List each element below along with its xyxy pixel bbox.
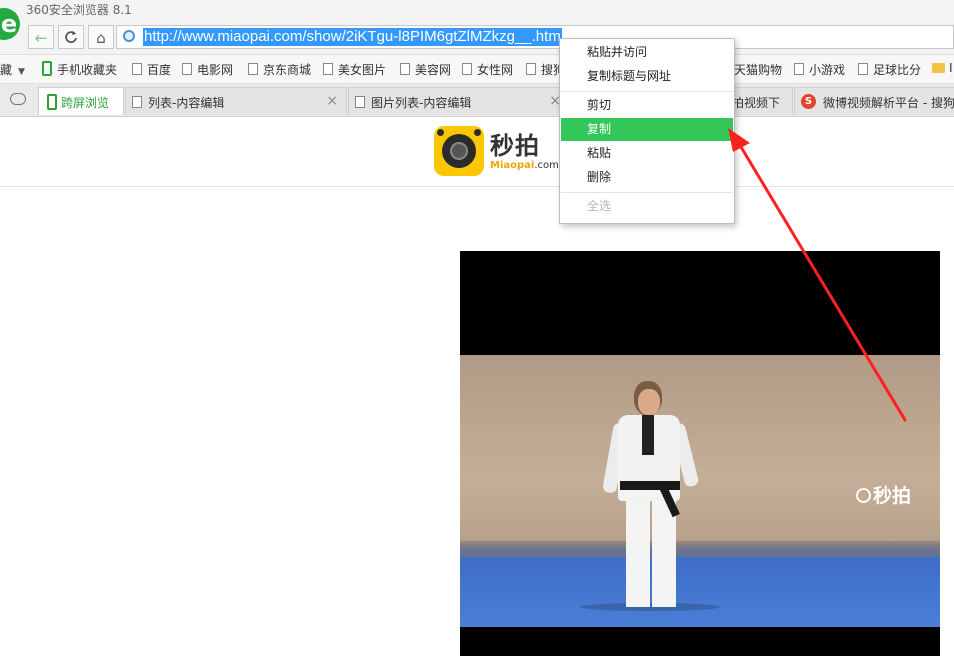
video-wall-band [460, 541, 940, 557]
context-menu: 粘贴并访问 复制标题与网址 剪切 复制 粘贴 删除 全选 [559, 38, 735, 224]
bookmark-item[interactable]: 手机收藏夹 [42, 61, 117, 78]
menu-item-copy-title-url[interactable]: 复制标题与网址 [561, 65, 733, 88]
logo-domain-suffix: .com [534, 160, 559, 171]
bookmark-item[interactable]: 天猫购物 [734, 61, 782, 78]
tab-bar: 跨屏浏览 列表-内容编辑 × 图片列表-内容编辑 × 拍视频下 S 微博视频解析… [0, 84, 954, 117]
miaopai-camera-logo-icon[interactable] [434, 126, 484, 176]
video-watermark: 秒拍 [856, 481, 911, 508]
bookmark-item[interactable]: 电影网 [182, 61, 233, 78]
menu-item-label: 剪切 [587, 98, 612, 112]
person-belt [620, 481, 680, 490]
bookmark-item[interactable]: 京东商城 [248, 61, 311, 78]
menu-divider [561, 192, 733, 193]
page-icon [794, 63, 804, 75]
logo-domain: Miaopai.com [490, 160, 559, 171]
tab-image-list-edit[interactable]: 图片列表-内容编辑 × [348, 87, 570, 115]
menu-item-label: 复制标题与网址 [587, 69, 672, 83]
menu-item-label: 粘贴 [587, 146, 612, 160]
tab-label: 拍视频下 [732, 96, 781, 110]
person-leg [626, 497, 650, 607]
menu-item-label: 粘贴并访问 [587, 45, 648, 59]
menu-item-label: 复制 [587, 122, 612, 136]
person-collar [642, 415, 654, 455]
bookmark-item[interactable]: 百度 [132, 61, 171, 78]
page-icon [355, 96, 365, 108]
bookmark-label: 手机收藏夹 [57, 63, 118, 77]
bookmark-label: 足球比分 [873, 63, 922, 77]
refresh-icon[interactable] [58, 25, 84, 49]
bookmark-item[interactable]: 美女图片 [323, 61, 386, 78]
bookmarks-bar: 藏 ▼ 手机收藏夹 百度 电影网 京东商城 美女图片 美容网 女性网 搜狗 天猫购… [0, 55, 954, 84]
page-icon [526, 63, 536, 75]
tab-label: 微博视频解析平台 - 搜狗 [823, 96, 954, 110]
menu-item-paste[interactable]: 粘贴 [561, 142, 733, 165]
menu-item-delete[interactable]: 删除 [561, 166, 733, 189]
tab-list-edit[interactable]: 列表-内容编辑 × [125, 87, 347, 115]
tab-label: 列表-内容编辑 [148, 96, 225, 110]
page-icon [182, 63, 192, 75]
camera-icon [856, 488, 871, 503]
tab-weibo-video-parser[interactable]: S 微博视频解析平台 - 搜狗 [794, 87, 954, 115]
tab-label: 跨屏浏览 [61, 96, 110, 110]
bookmark-label: I [949, 61, 953, 75]
page-icon [462, 63, 472, 75]
home-icon[interactable]: ⌂ [88, 25, 114, 49]
bookmark-label: 小游戏 [809, 63, 846, 77]
page-icon [132, 63, 142, 75]
navigation-bar: ← ⌂ http://www.miaopai.com/show/2iKTgu-l… [0, 22, 954, 55]
cloud-icon[interactable] [10, 93, 26, 105]
watermark-text: 秒拍 [873, 485, 912, 507]
bookmark-label: 天猫购物 [734, 63, 783, 77]
bookmark-item[interactable]: 美容网 [400, 61, 451, 78]
refresh-glyph-icon [65, 31, 77, 43]
menu-item-select-all: 全选 [561, 195, 733, 218]
menu-item-label: 删除 [587, 170, 612, 184]
bookmark-label: 美女图片 [338, 63, 387, 77]
url-text-selected[interactable]: http://www.miaopai.com/show/2iKTgu-l8PIM… [143, 28, 562, 46]
logo-dot [474, 129, 481, 136]
address-bar[interactable]: http://www.miaopai.com/show/2iKTgu-l8PIM… [116, 25, 954, 49]
person-face [638, 389, 660, 415]
window-title: 360安全浏览器 8.1 [26, 3, 132, 17]
bookmark-label: 京东商城 [263, 63, 312, 77]
menu-divider [561, 91, 733, 92]
logo-lens-inner [450, 142, 468, 160]
site-globe-icon [123, 30, 135, 42]
page-icon [858, 63, 868, 75]
page-icon [400, 63, 410, 75]
phone-icon [42, 61, 52, 76]
page-icon [132, 96, 142, 108]
phone-icon [47, 94, 57, 110]
bookmark-item[interactable]: 足球比分 [858, 61, 921, 78]
logo-domain-prefix: Miaopai [490, 160, 535, 171]
bookmark-folder[interactable]: I [932, 61, 953, 75]
bookmark-label: 美容网 [415, 63, 452, 77]
back-arrow-icon[interactable]: ← [28, 25, 54, 49]
bookmark-item[interactable]: 女性网 [462, 61, 513, 78]
chevron-down-icon[interactable]: ▼ [18, 67, 25, 77]
bookmark-label: 女性网 [477, 63, 514, 77]
logo-text[interactable]: 秒拍 [490, 126, 540, 161]
sogou-icon: S [801, 94, 816, 109]
bookmark-label: 百度 [147, 63, 172, 77]
tab-cross-screen[interactable]: 跨屏浏览 [38, 87, 124, 115]
bookmark-label: 藏 [0, 63, 13, 77]
bookmark-label: 电影网 [197, 63, 234, 77]
tab-label: 图片列表-内容编辑 [371, 96, 472, 110]
close-icon[interactable]: × [326, 93, 338, 109]
folder-icon [932, 63, 945, 73]
menu-item-paste-and-go[interactable]: 粘贴并访问 [561, 41, 733, 64]
title-bar: e 360安全浏览器 8.1 [0, 0, 954, 40]
video-frame: 秒拍 [460, 355, 940, 627]
bookmark-item[interactable]: 小游戏 [794, 61, 845, 78]
logo-dot [437, 129, 444, 136]
page-icon [323, 63, 333, 75]
page-icon [248, 63, 258, 75]
video-person [602, 377, 700, 627]
menu-item-copy[interactable]: 复制 [561, 118, 733, 141]
menu-item-cut[interactable]: 剪切 [561, 94, 733, 117]
bookmark-collections[interactable]: 藏 ▼ [0, 61, 25, 78]
video-player[interactable]: 秒拍 [460, 251, 940, 656]
menu-item-label: 全选 [587, 199, 612, 213]
